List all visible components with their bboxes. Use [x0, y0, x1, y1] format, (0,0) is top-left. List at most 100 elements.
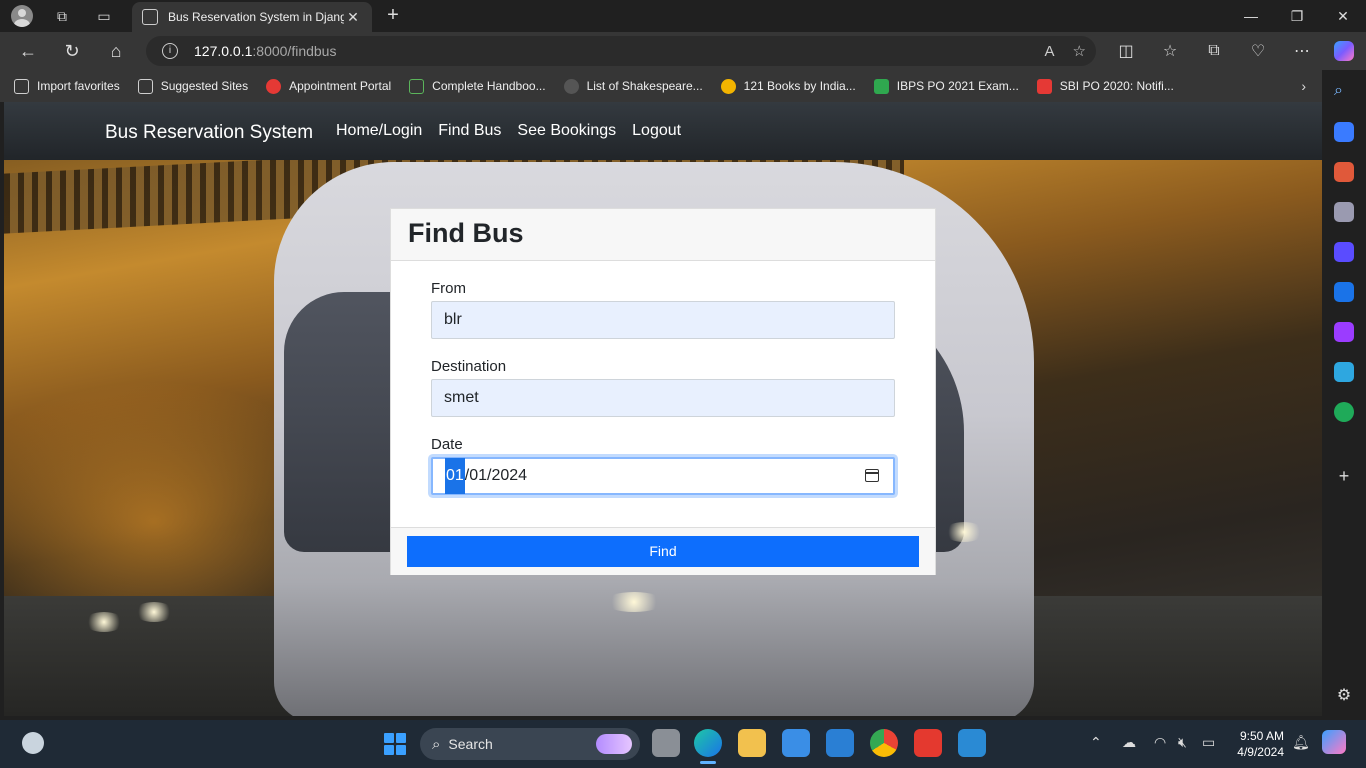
battery-icon[interactable]: ▭ — [1202, 734, 1215, 751]
copilot-taskbar-icon[interactable] — [1322, 730, 1346, 754]
tools-icon[interactable] — [1334, 162, 1354, 182]
address-toolbar: ← ↻ ⌂ i 127.0.0.1:8000/findbus A ☆ ◫ ☆ ⧉… — [0, 32, 1366, 70]
destination-input[interactable]: smet — [431, 379, 895, 417]
favorite-label: Appointment Portal — [289, 79, 392, 93]
maximize-button[interactable]: ❐ — [1274, 0, 1320, 32]
taskbar-search-label: Search — [448, 736, 493, 752]
chevron-right-icon[interactable]: › — [1301, 78, 1306, 94]
tree-icon[interactable] — [1334, 402, 1354, 422]
refresh-icon[interactable]: ↻ — [50, 32, 94, 70]
page-icon — [137, 78, 153, 94]
outlook-icon[interactable] — [1334, 282, 1354, 302]
clock-time: 9:50 AM — [1239, 729, 1284, 743]
sbi-icon — [1036, 78, 1052, 94]
tab-close-icon[interactable]: ✕ — [344, 9, 362, 26]
car-light-decoration — [84, 612, 124, 632]
collections-icon[interactable]: ⧉ — [42, 0, 82, 32]
url-host: 127.0.0.1 — [194, 43, 253, 59]
notification-bell-icon[interactable]: 🔔︎ — [1292, 734, 1310, 751]
weather-icon[interactable] — [22, 732, 44, 754]
back-arrow-icon[interactable]: ← — [6, 32, 50, 70]
date-label: Date — [431, 436, 463, 453]
wps-office-icon[interactable] — [914, 729, 942, 757]
url-path: :8000/findbus — [252, 43, 337, 59]
card-footer: Find — [391, 527, 935, 575]
mail-icon[interactable] — [826, 729, 854, 757]
calendar-icon[interactable] — [865, 469, 879, 482]
profile-icon[interactable] — [2, 0, 42, 32]
collections-toolbar-icon[interactable]: ⧉ — [1192, 32, 1236, 70]
favorite-121-books[interactable]: 121 Books by India... — [720, 78, 856, 94]
send-icon[interactable] — [1334, 362, 1354, 382]
taskbar-search[interactable]: ⌕ Search — [420, 728, 640, 760]
date-input[interactable]: 01/01/2024 — [431, 457, 895, 495]
browser-tab-active[interactable]: Bus Reservation System in Djang ✕ — [132, 2, 372, 32]
more-menu-icon[interactable]: ⋯ — [1280, 32, 1324, 70]
volume-muted-icon[interactable]: 🔇︎ — [1178, 734, 1187, 751]
date-day-segment[interactable]: 01 — [445, 458, 465, 494]
import-icon — [14, 78, 29, 94]
shopping-tag-icon[interactable] — [1334, 122, 1354, 142]
onedrive-icon[interactable]: ☁ — [1122, 734, 1136, 751]
browser-essentials-icon[interactable]: ♡ — [1236, 32, 1280, 70]
read-aloud-icon[interactable]: A — [1045, 43, 1055, 60]
nav-see-bookings[interactable]: See Bookings — [517, 122, 616, 140]
favorite-label: Import favorites — [37, 79, 120, 93]
bus-headlight-decoration — [944, 522, 984, 542]
home-icon[interactable]: ⌂ — [94, 32, 138, 70]
favorites-icon[interactable]: ☆ — [1148, 32, 1192, 70]
split-screen-icon[interactable]: ◫ — [1104, 32, 1148, 70]
favorite-suggested-sites[interactable]: Suggested Sites — [137, 78, 248, 94]
favorite-sbi-po[interactable]: SBI PO 2020: Notifi... — [1036, 78, 1174, 94]
date-rest[interactable]: /01/2024 — [465, 458, 527, 494]
settings-gear-icon[interactable]: ⚙ — [1334, 686, 1354, 706]
nav-find-bus[interactable]: Find Bus — [438, 122, 501, 140]
nav-home-login[interactable]: Home/Login — [336, 122, 422, 140]
favorites-bar: Import favorites Suggested Sites Appoint… — [0, 70, 1366, 102]
clock-date: 4/9/2024 — [1237, 745, 1284, 759]
search-icon: ⌕ — [432, 735, 441, 753]
search-icon — [563, 78, 579, 94]
favorite-star-icon[interactable]: ☆ — [1073, 42, 1086, 60]
add-icon[interactable]: + — [1334, 466, 1354, 486]
favorite-shakespeare[interactable]: List of Shakespeare... — [563, 78, 703, 94]
tab-actions-icon[interactable]: ▭ — [84, 0, 124, 32]
file-explorer-icon[interactable] — [738, 729, 766, 757]
chrome-icon[interactable] — [870, 729, 898, 757]
appointment-portal-icon — [266, 78, 282, 94]
favorite-appointment-portal[interactable]: Appointment Portal — [266, 78, 392, 94]
search-highlight-icon — [596, 734, 632, 754]
favorite-import[interactable]: Import favorites — [14, 78, 120, 94]
find-bus-card: Find Bus From blr Destination smet Date … — [390, 208, 936, 575]
wifi-icon[interactable]: ◠ — [1154, 734, 1166, 751]
site-brand[interactable]: Bus Reservation System — [105, 102, 313, 160]
find-button[interactable]: Find — [407, 536, 919, 567]
favorite-label: IBPS PO 2021 Exam... — [896, 79, 1019, 93]
site-info-icon[interactable]: i — [162, 43, 178, 59]
edge-app-icon[interactable] — [694, 729, 722, 764]
store-icon[interactable] — [782, 729, 810, 757]
task-view-icon[interactable] — [652, 729, 680, 757]
books-icon — [720, 78, 736, 94]
search-icon[interactable]: ⌕ — [1334, 82, 1354, 102]
bus-headlight-decoration — [604, 592, 664, 612]
nav-logout[interactable]: Logout — [632, 122, 681, 140]
designer-icon[interactable] — [1334, 322, 1354, 342]
copilot-icon[interactable] — [1322, 32, 1366, 70]
copilot-side-icon[interactable] — [1334, 242, 1354, 262]
chevron-up-icon[interactable]: ⌃ — [1090, 734, 1102, 751]
from-input[interactable]: blr — [431, 301, 895, 339]
minimize-button[interactable]: — — [1228, 0, 1274, 32]
favorite-ibps-po[interactable]: IBPS PO 2021 Exam... — [873, 78, 1019, 94]
system-clock[interactable]: 9:50 AM 4/9/2024 — [1226, 728, 1284, 760]
tab-title: Bus Reservation System in Djang — [168, 10, 344, 24]
games-icon[interactable] — [1334, 202, 1354, 222]
find-bus-form: From blr Destination smet Date 01/01/202… — [391, 261, 935, 527]
favorite-complete-handbook[interactable]: Complete Handboo... — [409, 78, 546, 94]
address-bar-input[interactable]: i 127.0.0.1:8000/findbus A ☆ — [146, 36, 1096, 66]
new-tab-button[interactable]: + — [382, 4, 404, 26]
vscode-icon[interactable] — [958, 729, 986, 757]
close-window-button[interactable]: ✕ — [1320, 0, 1366, 32]
car-light-decoration — [134, 602, 174, 622]
start-button[interactable] — [384, 733, 406, 755]
